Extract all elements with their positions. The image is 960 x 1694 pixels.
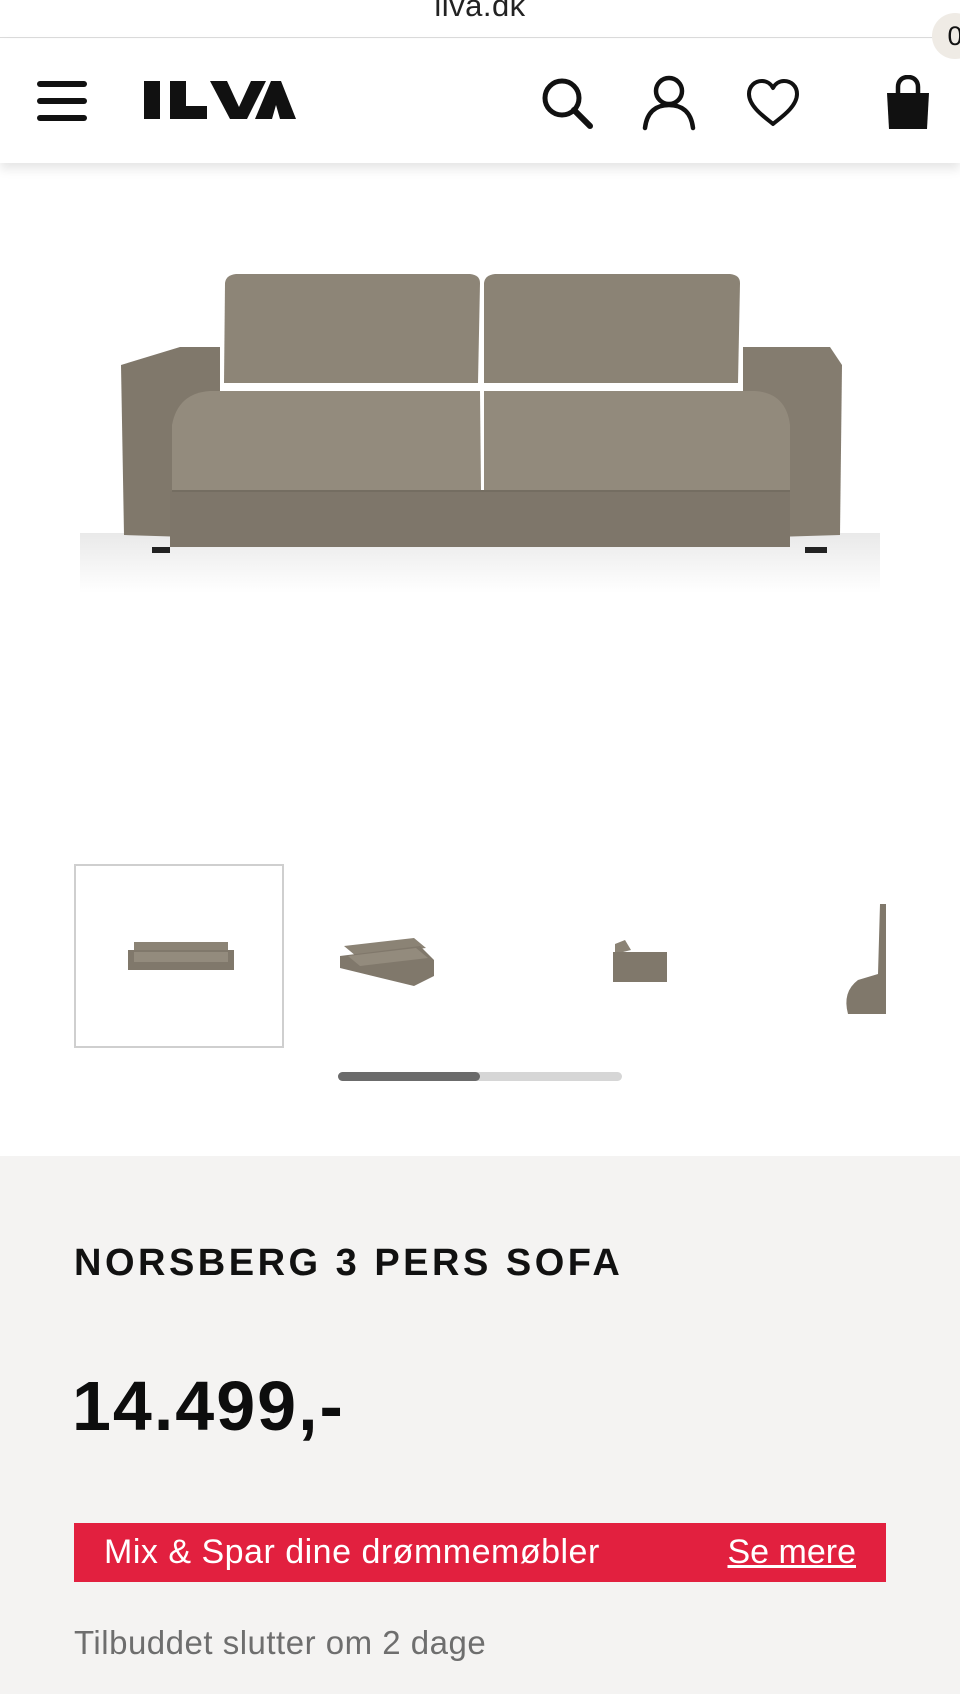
thumbnail-strip [74,864,886,1048]
thumbnail-item[interactable] [535,864,745,1048]
thumbnail-item[interactable] [74,864,284,1048]
sofa-angled-thumbnail [340,938,434,986]
sofa-detail-thumbnail [846,904,886,1014]
search-icon [542,78,593,129]
menu-icon [37,81,87,121]
menu-button[interactable] [28,71,96,131]
search-button[interactable] [535,71,599,135]
cart-button[interactable] [868,67,948,139]
url-text: ilva.dk [434,0,526,23]
offer-ends-note: Tilbuddet slutter om 2 dage [74,1624,487,1661]
product-info: NORSBERG 3 PERS SOFA 14.499,- Mix & Spar… [0,1156,960,1694]
thumbnail-item[interactable] [304,864,514,1048]
product-title: NORSBERG 3 PERS SOFA [74,1242,623,1285]
site-header [0,39,960,163]
thumbnail-item[interactable] [766,864,886,1048]
product-price: 14.499,- [72,1367,345,1445]
sofa-side-thumbnail [613,940,667,982]
user-icon [642,75,696,131]
ilva-logo[interactable] [144,75,296,125]
sofa-front-thumbnail [128,942,234,970]
promo-see-more-link[interactable]: Se mere [728,1533,857,1572]
gallery-scroll-thumb[interactable] [338,1072,480,1081]
product-name: 3 PERS SOFA [335,1242,624,1284]
product-brand: NORSBERG [74,1242,322,1284]
promo-text: Mix & Spar dine drømmemøbler [104,1533,600,1571]
heart-icon [747,79,799,126]
wishlist-button[interactable] [740,69,806,137]
product-main-image[interactable] [0,163,960,833]
logo-mark [144,81,296,119]
account-button[interactable] [636,69,702,137]
gallery-scroll-indicator[interactable] [338,1072,622,1081]
promo-banner[interactable]: Mix & Spar dine drømmemøbler Se mere [74,1523,886,1582]
sofa-image [80,274,880,593]
browser-url-bar[interactable]: ilva.dk [0,0,960,38]
shopping-bag-icon [887,75,929,129]
